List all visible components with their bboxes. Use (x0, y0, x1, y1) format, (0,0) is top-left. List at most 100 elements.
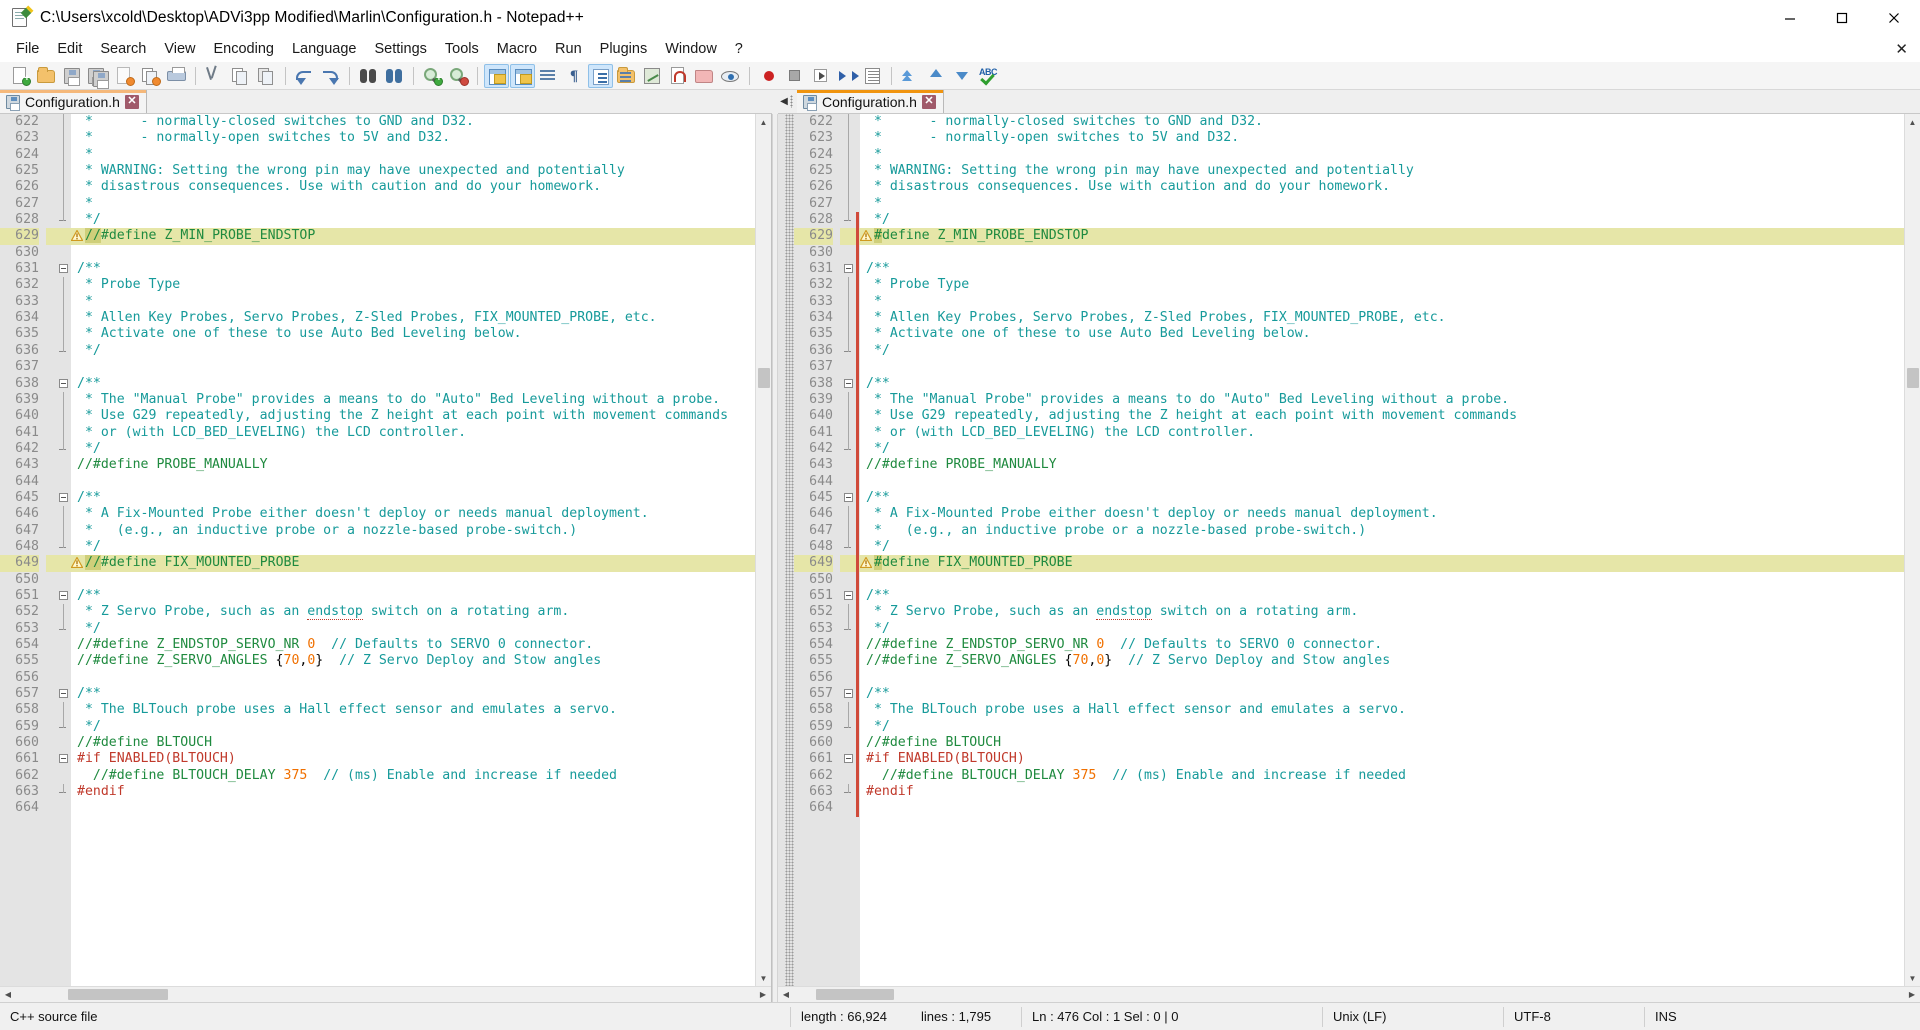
code-line[interactable]: /** (71, 588, 755, 604)
fold-cell[interactable] (840, 293, 856, 311)
fold-cell[interactable] (55, 474, 71, 490)
fold-cell[interactable] (840, 588, 856, 604)
bookmark-cell[interactable] (46, 735, 55, 751)
close-button[interactable] (1868, 0, 1920, 36)
code-line[interactable] (860, 800, 1904, 816)
scroll-up-arrow-right[interactable]: ▲ (1905, 114, 1920, 130)
fold-collapse-box[interactable] (844, 590, 853, 600)
undo-icon[interactable] (292, 64, 317, 88)
menu-language[interactable]: Language (283, 38, 366, 60)
code-line[interactable]: * The "Manual Probe" provides a means to… (860, 392, 1904, 408)
fold-cell[interactable] (55, 555, 71, 572)
bookmark-cell[interactable] (46, 245, 55, 261)
code-line[interactable]: * The BLTouch probe uses a Hall effect s… (71, 702, 755, 718)
fold-cell[interactable] (55, 212, 71, 228)
fold-cell[interactable] (840, 604, 856, 621)
word-wrap-icon[interactable] (536, 64, 561, 88)
fold-cell[interactable] (55, 686, 71, 702)
bookmark-cell[interactable] (46, 343, 55, 359)
code-line[interactable]: * - normally-open switches to 5V and D32… (860, 130, 1904, 146)
code-line[interactable]: * (860, 196, 1904, 212)
fold-cell[interactable] (55, 670, 71, 686)
code-line[interactable] (860, 474, 1904, 490)
fold-cell[interactable] (55, 620, 71, 637)
menu-window[interactable]: Window (656, 38, 726, 60)
tab-close-icon-left[interactable]: ✕ (124, 94, 139, 109)
code-line[interactable]: * Probe Type (71, 277, 755, 293)
scroll-right-arrow-left[interactable]: ▶ (755, 987, 771, 1002)
menu-encoding[interactable]: Encoding (205, 38, 283, 60)
fold-cell[interactable] (840, 522, 856, 539)
hscroll-track-right[interactable] (794, 987, 1904, 1002)
zoom-out-icon[interactable] (446, 64, 471, 88)
bookmark-cell[interactable] (46, 261, 55, 277)
fold-cell[interactable] (840, 212, 856, 228)
sync-horizontal-scroll-icon[interactable] (510, 63, 535, 88)
code-line[interactable]: //#define Z_ENDSTOP_SERVO_NR 0 // Defaul… (71, 637, 755, 653)
fold-cell[interactable] (840, 146, 856, 164)
bookmark-cell[interactable] (46, 147, 55, 163)
code-line[interactable]: */ (860, 539, 1904, 555)
fold-cell[interactable] (840, 310, 856, 327)
fold-cell[interactable] (840, 440, 856, 457)
code-line[interactable]: #define Z_MIN_PROBE_ENDSTOP (860, 228, 1904, 245)
fold-cell[interactable] (55, 751, 71, 767)
code-line[interactable]: */ (860, 212, 1904, 228)
fold-cell[interactable] (840, 506, 856, 523)
fold-cell[interactable] (840, 800, 856, 816)
code-line[interactable]: * - normally-closed switches to GND and … (71, 114, 755, 130)
fold-cell[interactable] (55, 326, 71, 343)
hscroll-track-left[interactable] (16, 987, 755, 1002)
fold-cell[interactable] (55, 342, 71, 359)
fold-collapse-box[interactable] (59, 492, 68, 502)
bookmark-cell[interactable] (46, 800, 55, 816)
document-map-icon[interactable] (640, 64, 665, 88)
code-line[interactable]: */ (860, 441, 1904, 457)
code-line[interactable] (71, 474, 755, 490)
fold-cell[interactable] (840, 686, 856, 702)
fold-column-right[interactable] (840, 114, 856, 986)
menu-settings[interactable]: Settings (365, 38, 435, 60)
monitoring-icon[interactable] (718, 64, 743, 88)
code-line[interactable]: * (71, 147, 755, 163)
code-line[interactable] (860, 359, 1904, 375)
bookmark-cell[interactable] (46, 326, 55, 342)
fold-cell[interactable] (840, 326, 856, 343)
user-defined-dialog-icon[interactable] (614, 64, 639, 88)
code-line[interactable]: //#define BLTOUCH (71, 735, 755, 751)
paste-icon[interactable] (254, 64, 279, 88)
code-line[interactable]: * Allen Key Probes, Servo Probes, Z-Sled… (71, 310, 755, 326)
vscroll-thumb-right[interactable] (1906, 368, 1919, 388)
fold-cell[interactable] (840, 490, 856, 506)
new-file-icon[interactable] (8, 64, 33, 88)
code-line[interactable]: * Probe Type (860, 277, 1904, 293)
bookmark-cell[interactable] (46, 294, 55, 310)
bookmark-cell[interactable] (46, 670, 55, 686)
fold-cell[interactable] (840, 751, 856, 767)
bookmark-cell[interactable] (46, 114, 55, 130)
code-line[interactable]: */ (71, 539, 755, 555)
code-text-right[interactable]: * - normally-closed switches to GND and … (860, 114, 1904, 986)
bookmark-cell[interactable] (46, 572, 55, 588)
code-line[interactable] (860, 245, 1904, 261)
code-line[interactable]: */ (860, 719, 1904, 735)
fold-collapse-box[interactable] (844, 378, 853, 388)
goto-previous-icon[interactable] (898, 64, 923, 88)
code-line[interactable] (71, 800, 755, 816)
fold-cell[interactable] (840, 376, 856, 392)
code-text-left[interactable]: * - normally-closed switches to GND and … (71, 114, 755, 986)
code-line[interactable]: * disastrous consequences. Use with caut… (71, 179, 755, 195)
code-line[interactable]: * - normally-open switches to 5V and D32… (71, 130, 755, 146)
fold-cell[interactable] (55, 637, 71, 653)
fold-cell[interactable] (840, 424, 856, 441)
fold-cell[interactable] (840, 408, 856, 425)
code-line[interactable]: /** (860, 376, 1904, 392)
code-line[interactable]: */ (860, 343, 1904, 359)
fold-cell[interactable] (55, 179, 71, 196)
fold-cell[interactable] (840, 620, 856, 637)
fold-cell[interactable] (840, 342, 856, 359)
code-line[interactable]: /** (860, 686, 1904, 702)
fold-cell[interactable] (840, 718, 856, 735)
code-line[interactable]: * The BLTouch probe uses a Hall effect s… (860, 702, 1904, 718)
fold-cell[interactable] (840, 457, 856, 473)
